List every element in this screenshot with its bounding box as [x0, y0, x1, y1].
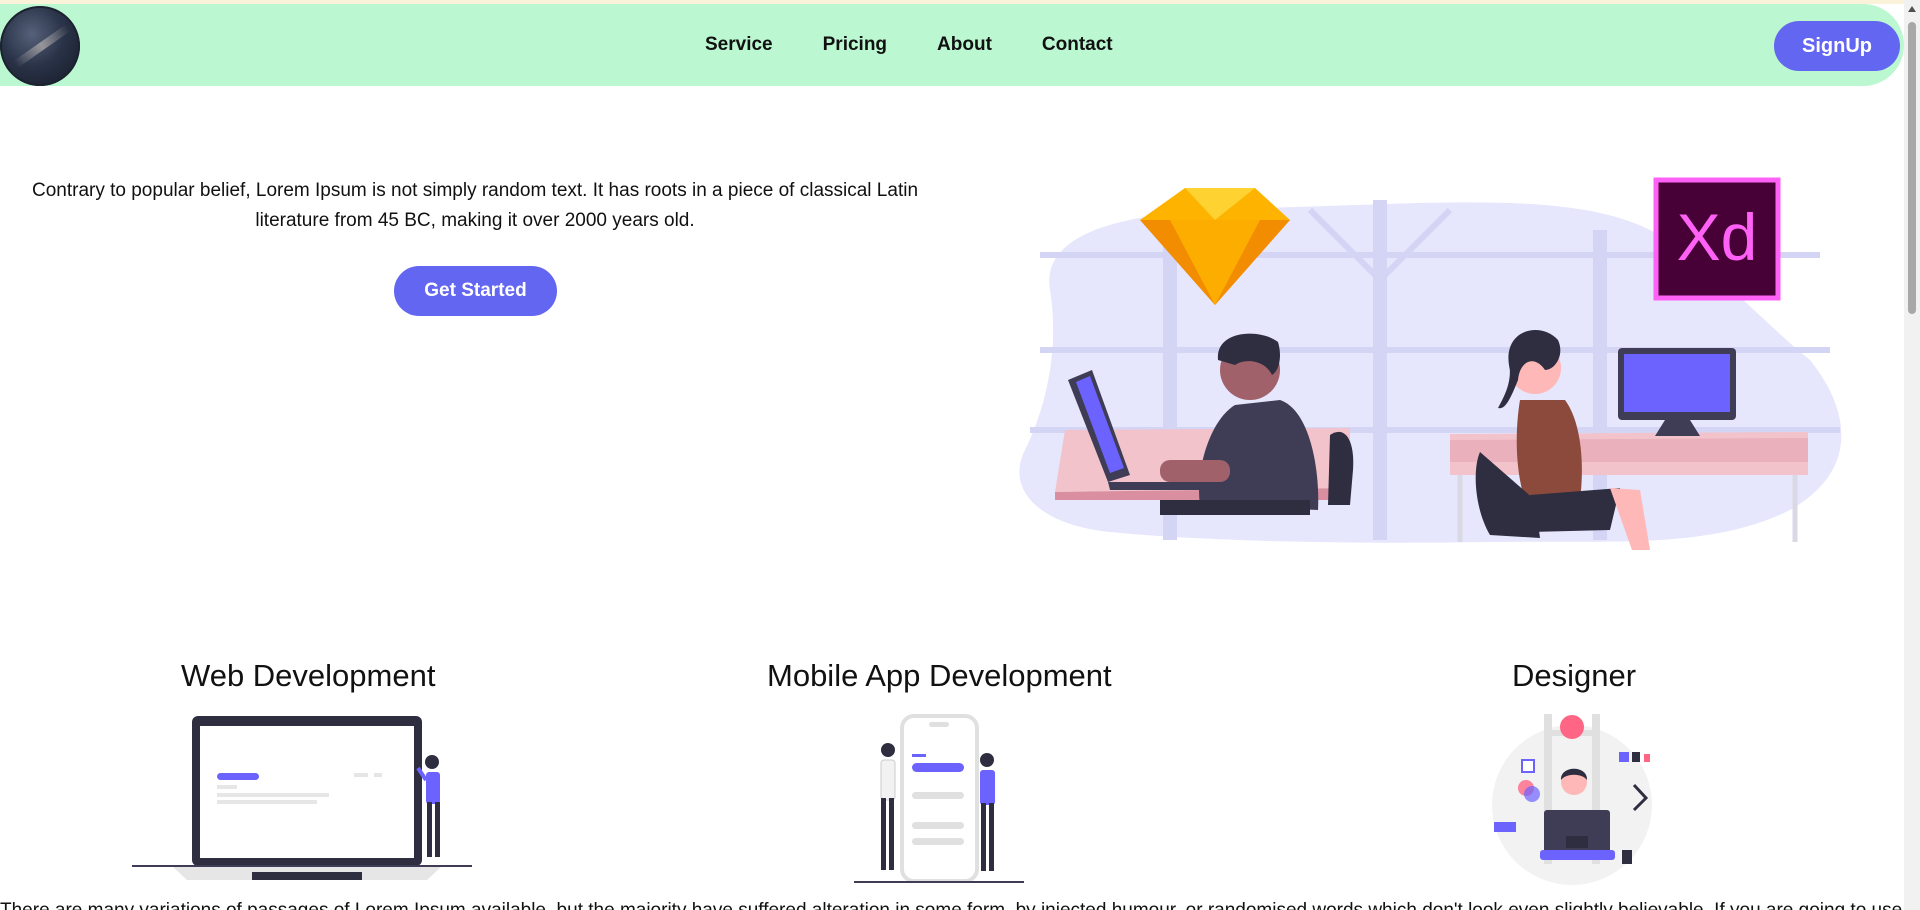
nav-link-service[interactable]: Service: [705, 34, 773, 56]
scroll-thumb[interactable]: [1908, 22, 1916, 314]
navbar: Service Pricing About Contact SignUp: [0, 4, 1904, 86]
service-title-web: Web Development: [181, 658, 436, 693]
hero-illustration: Xd: [1019, 177, 1842, 550]
nav-link-contact[interactable]: Contact: [1042, 34, 1113, 56]
adobe-xd-icon: Xd: [1653, 177, 1781, 301]
get-started-button[interactable]: Get Started: [394, 266, 557, 316]
logo[interactable]: [0, 6, 80, 86]
nav-link-pricing[interactable]: Pricing: [823, 34, 887, 56]
nav-links: Service Pricing About Contact: [705, 4, 1163, 86]
hero-text: Contrary to popular belief, Lorem Ipsum …: [31, 180, 919, 231]
web-development-illustration: [132, 716, 472, 880]
service-title-mobile: Mobile App Development: [767, 658, 1112, 693]
signup-button[interactable]: SignUp: [1774, 21, 1900, 71]
scroll-up-arrow-icon[interactable]: [1908, 6, 1916, 12]
svg-text:Xd: Xd: [1677, 200, 1758, 274]
scrollbar[interactable]: [1904, 0, 1920, 910]
service-title-designer: Designer: [1512, 658, 1637, 693]
mobile-app-illustration: [854, 714, 1024, 883]
designer-illustration: [1492, 714, 1652, 885]
nav-link-about[interactable]: About: [937, 34, 992, 56]
footer-text: There are many variations of passages of…: [0, 896, 1904, 910]
